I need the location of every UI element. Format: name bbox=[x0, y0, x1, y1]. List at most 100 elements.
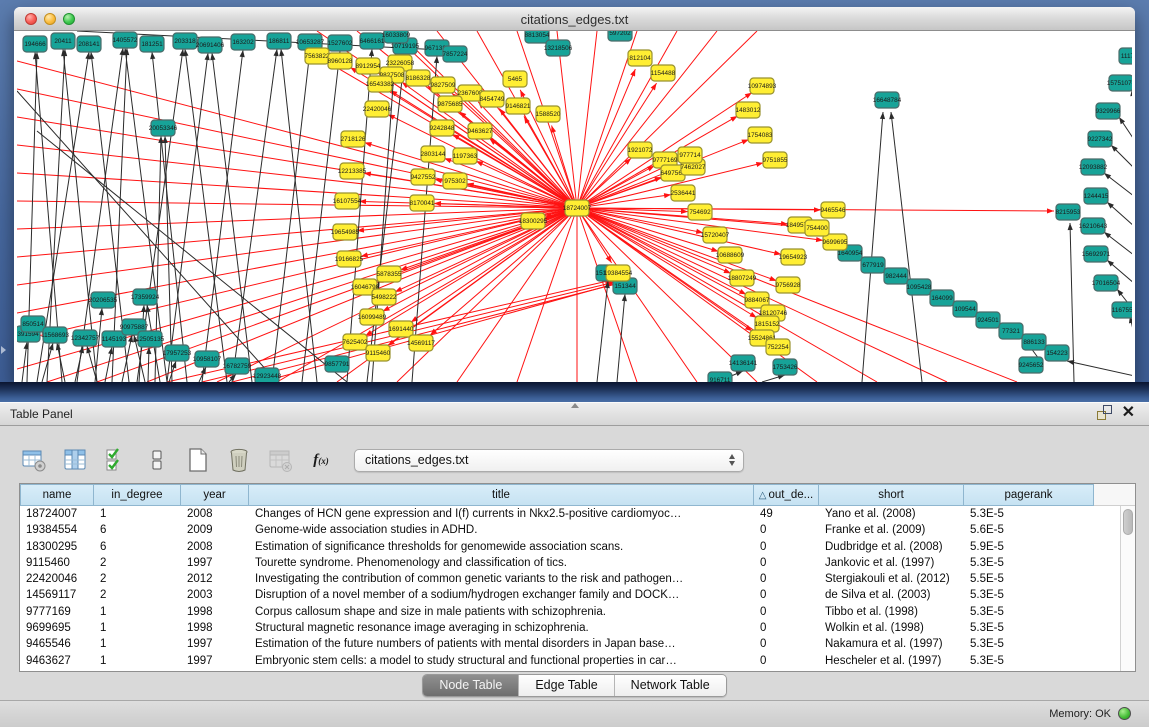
graph-node-label: 7625402 bbox=[343, 339, 368, 346]
graph-node-label: 111757 bbox=[1121, 53, 1132, 60]
column-header-short[interactable]: short bbox=[819, 484, 964, 506]
column-header-in_degree[interactable]: in_degree bbox=[94, 484, 181, 506]
graph-node-label: 8186328 bbox=[406, 75, 431, 82]
desktop-gap bbox=[0, 382, 1149, 402]
table-row[interactable]: 946362711997Embryonic stem cells: a mode… bbox=[20, 653, 1135, 669]
panel-splitter-handle-icon[interactable] bbox=[571, 403, 579, 408]
column-header-pagerank[interactable]: pagerank bbox=[964, 484, 1094, 506]
column-header-title[interactable]: title bbox=[249, 484, 754, 506]
graph-node-label: 9875685 bbox=[438, 101, 463, 108]
graph-node-label: 14136141 bbox=[729, 360, 758, 367]
table-cell: 9115460 bbox=[20, 555, 94, 571]
new-table-icon[interactable] bbox=[184, 446, 212, 474]
table-row[interactable]: 1872400712008Changes of HCN gene express… bbox=[20, 506, 1135, 522]
stack-icon[interactable] bbox=[143, 446, 171, 474]
scrollbar-thumb[interactable] bbox=[1123, 509, 1133, 535]
network-view-window[interactable]: citations_edges.txt 18724007194666204112… bbox=[14, 7, 1135, 382]
table-cell: Tibbo et al. (1998) bbox=[819, 604, 964, 620]
graph-node-label: 9884067 bbox=[745, 297, 770, 304]
graph-node-label: 163202 bbox=[232, 39, 254, 46]
graph-node-label: 924501 bbox=[977, 317, 999, 324]
graph-node-label: 7563822 bbox=[305, 53, 330, 60]
table-row[interactable]: 1938455462009Genome-wide association stu… bbox=[20, 522, 1135, 538]
table-cell: 5.5E-5 bbox=[964, 571, 1094, 587]
graph-node-label: 1483012 bbox=[736, 107, 761, 114]
tab-edge-table[interactable]: Edge Table bbox=[518, 675, 613, 696]
table-cell: 5.3E-5 bbox=[964, 653, 1094, 669]
table-row[interactable]: 1456911722003Disruption of a novel membe… bbox=[20, 587, 1135, 603]
graph-node-label: 2718126 bbox=[341, 136, 366, 143]
left-splitter-collapse-icon[interactable] bbox=[1, 346, 6, 354]
vertical-scrollbar[interactable] bbox=[1120, 506, 1135, 671]
graph-node-label: 17359924 bbox=[131, 294, 160, 301]
graph-node-label: 17016504 bbox=[1092, 280, 1121, 287]
table-select-dropdown[interactable]: citations_edges.txt bbox=[354, 449, 744, 472]
graph-node-label: 20691406 bbox=[196, 42, 225, 49]
graph-node-label: 6466161 bbox=[360, 38, 385, 45]
table-cell: 22420046 bbox=[20, 571, 94, 587]
column-header-year[interactable]: year bbox=[181, 484, 249, 506]
table-cell: 1997 bbox=[181, 636, 249, 652]
graph-node-label: 1527602 bbox=[328, 40, 353, 47]
table-cell: Corpus callosum shape and size in male p… bbox=[249, 604, 754, 620]
graph-node-label: 8960128 bbox=[328, 58, 353, 65]
graph-node-label: 8215953 bbox=[1056, 209, 1081, 216]
table-cell: 5.3E-5 bbox=[964, 555, 1094, 571]
table-row[interactable]: 911546021997Tourette syndrome. Phenomeno… bbox=[20, 555, 1135, 571]
graph-node-label: 109544 bbox=[954, 306, 976, 313]
window-titlebar[interactable]: citations_edges.txt bbox=[14, 7, 1135, 31]
function-builder-icon[interactable]: f(x) bbox=[307, 446, 335, 474]
table-cell: 1 bbox=[94, 604, 181, 620]
graph-node-label: 19384554 bbox=[604, 270, 633, 277]
tab-node-table[interactable]: Node Table bbox=[423, 675, 518, 696]
graph-node-label: 7857224 bbox=[443, 51, 468, 58]
graph-node-label: 208141 bbox=[78, 41, 100, 48]
node-table[interactable]: namein_degreeyeartitle△out_de...shortpag… bbox=[19, 483, 1136, 672]
table-row[interactable]: 2242004622012Investigating the contribut… bbox=[20, 571, 1135, 587]
graph-node-label: 886133 bbox=[1023, 339, 1045, 346]
table-cell: Genome-wide association studies in ADHD. bbox=[249, 522, 754, 538]
graph-node-label: 154223 bbox=[1046, 350, 1068, 357]
graph-node-label: 19166825 bbox=[335, 256, 364, 263]
table-cell: 1 bbox=[94, 506, 181, 522]
table-cell: 0 bbox=[754, 636, 819, 652]
table-panel-header[interactable]: Table Panel ✕ bbox=[0, 402, 1149, 426]
row-select-icon[interactable] bbox=[102, 446, 130, 474]
table-cell: Dudbridge et al. (2008) bbox=[819, 539, 964, 555]
close-panel-icon[interactable]: ✕ bbox=[1122, 405, 1135, 420]
table-row[interactable]: 946554611997Estimation of the future num… bbox=[20, 636, 1135, 652]
table-cell: 18724007 bbox=[20, 506, 94, 522]
table-body: 1872400712008Changes of HCN gene express… bbox=[20, 506, 1135, 671]
table-cell: 1 bbox=[94, 620, 181, 636]
column-visibility-icon[interactable] bbox=[61, 446, 89, 474]
table-row[interactable]: 1830029562008Estimation of significance … bbox=[20, 539, 1135, 555]
table-settings-icon[interactable] bbox=[20, 446, 48, 474]
graph-node-label: 15692971 bbox=[1082, 251, 1111, 258]
table-cell: 0 bbox=[754, 604, 819, 620]
graph-node-label: 1145193 bbox=[102, 336, 127, 343]
table-cell: Structural magnetic resonance image aver… bbox=[249, 620, 754, 636]
table-cell: 0 bbox=[754, 522, 819, 538]
table-row[interactable]: 969969511998Structural magnetic resonanc… bbox=[20, 620, 1135, 636]
table-cell: 5.3E-5 bbox=[964, 506, 1094, 522]
column-header-name[interactable]: name bbox=[20, 484, 94, 506]
table-cell: Tourette syndrome. Phenomenology and cla… bbox=[249, 555, 754, 571]
network-graph-canvas[interactable]: 1872400719466620411208141140557218125120… bbox=[17, 31, 1132, 382]
table-header-row: namein_degreeyeartitle△out_de...shortpag… bbox=[20, 484, 1135, 506]
table-cell: 5.3E-5 bbox=[964, 620, 1094, 636]
float-panel-icon[interactable] bbox=[1097, 405, 1112, 420]
delete-table-icon[interactable] bbox=[225, 446, 253, 474]
table-cell: 0 bbox=[754, 539, 819, 555]
graph-node-label: 12505135 bbox=[136, 336, 165, 343]
graph-node-label: 677919 bbox=[862, 262, 884, 269]
graph-node-label: 9751855 bbox=[763, 157, 788, 164]
graph-node-label: 186811 bbox=[269, 38, 290, 45]
column-header-out_de[interactable]: △out_de... bbox=[754, 484, 819, 506]
table-cell: 5.6E-5 bbox=[964, 522, 1094, 538]
graph-node-label: 19654923 bbox=[779, 254, 808, 261]
tab-network-table[interactable]: Network Table bbox=[614, 675, 726, 696]
graph-node-label: 597202 bbox=[609, 31, 631, 37]
table-row[interactable]: 977716911998Corpus callosum shape and si… bbox=[20, 604, 1135, 620]
graph-node-label: 9227342 bbox=[1088, 136, 1113, 143]
graph-node-label: 90975887 bbox=[120, 324, 149, 331]
